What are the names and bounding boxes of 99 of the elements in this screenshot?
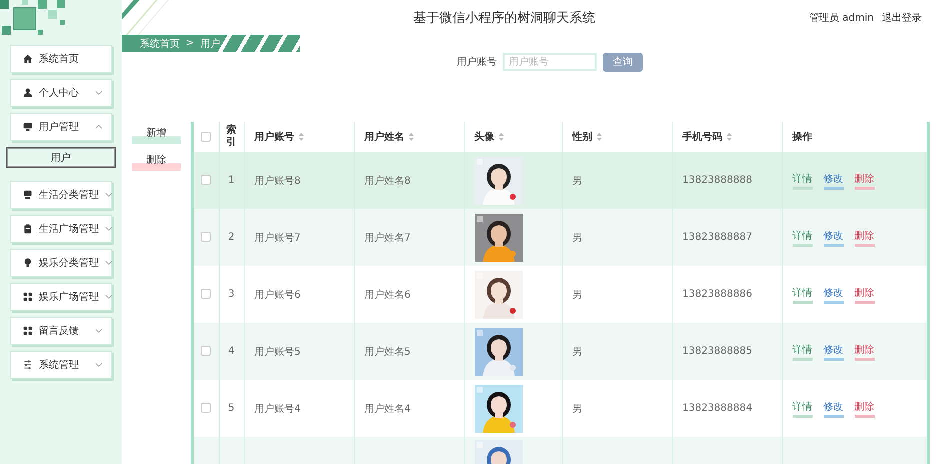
menu-item[interactable]: 系统管理 xyxy=(10,351,112,379)
logout-link[interactable]: 退出登录 xyxy=(882,10,922,24)
delete-link[interactable]: 删除 xyxy=(854,286,874,304)
sort-icon[interactable] xyxy=(298,133,304,141)
lightbulb-icon xyxy=(23,258,33,268)
column-header: 头像 xyxy=(474,130,494,144)
edit-link[interactable]: 修改 xyxy=(824,400,844,418)
column-header: 操作 xyxy=(792,132,812,143)
edit-link[interactable]: 修改 xyxy=(824,286,844,304)
menu-label: 用户管理 xyxy=(39,120,80,134)
table-cell: 用户姓名5 xyxy=(364,346,411,358)
table-cell: 男 xyxy=(572,232,582,244)
delete-link[interactable]: 删除 xyxy=(854,228,874,246)
menu-label: 生活广场管理 xyxy=(39,222,99,236)
menu-item[interactable]: 留言反馈 xyxy=(10,317,112,345)
table-cell: 用户账号6 xyxy=(254,290,301,300)
decoration-drawing xyxy=(0,0,66,36)
breadcrumb-separator: > xyxy=(186,38,194,49)
person-icon xyxy=(23,88,33,98)
table-cell: 13823888885 xyxy=(682,346,752,357)
edit-link[interactable]: 修改 xyxy=(824,342,844,360)
table-cell: 5 xyxy=(228,403,235,414)
table-cell: 男 xyxy=(572,290,582,300)
table-cell: 用户账号4 xyxy=(254,404,301,414)
detail-link[interactable]: 详情 xyxy=(792,342,812,360)
table-cell: 男 xyxy=(572,176,582,186)
delete-link[interactable]: 删除 xyxy=(854,342,874,360)
menu-item[interactable]: 生活广场管理 xyxy=(10,215,112,243)
menu-label: 留言反馈 xyxy=(39,324,80,338)
table-cell: 用户姓名7 xyxy=(364,232,411,244)
menu-item[interactable]: 生活分类管理 xyxy=(10,181,112,209)
menu-label: 个人中心 xyxy=(39,86,80,100)
table-cell: 男 xyxy=(572,346,582,358)
add-button[interactable]: 新增 xyxy=(132,126,181,144)
monitor-icon xyxy=(23,122,33,132)
checkbox[interactable] xyxy=(201,403,212,414)
detail-link[interactable]: 详情 xyxy=(792,172,812,190)
menu-item[interactable]: 娱乐广场管理 xyxy=(10,283,112,311)
column-header: 性别 xyxy=(572,130,592,144)
delete-link[interactable]: 删除 xyxy=(854,400,874,418)
menu-label: 娱乐分类管理 xyxy=(39,256,99,270)
table-cell: 用户姓名6 xyxy=(364,290,411,300)
edit-link[interactable]: 修改 xyxy=(824,228,844,246)
sort-icon[interactable] xyxy=(726,133,732,141)
search-label: 用户账号 xyxy=(457,56,497,69)
table-cell: 用户账号8 xyxy=(254,176,301,186)
column-header: 用户账号 xyxy=(254,130,294,144)
menu-item[interactable]: 用户管理 xyxy=(10,113,112,141)
table-cell: 男 xyxy=(572,404,582,414)
table-cell: 用户账号5 xyxy=(254,346,301,358)
checkbox[interactable] xyxy=(201,346,212,356)
stripes-drawing xyxy=(122,0,170,35)
home-icon xyxy=(23,54,33,64)
detail-link[interactable]: 详情 xyxy=(792,228,812,246)
table-cell: 4 xyxy=(228,346,235,357)
table-cell: 用户账号7 xyxy=(254,232,301,244)
checkbox[interactable] xyxy=(201,132,212,142)
menu-label: 系统管理 xyxy=(39,358,80,372)
sort-icon[interactable] xyxy=(498,133,504,141)
breadcrumb-link[interactable]: 系统首页 xyxy=(140,36,180,50)
delete-button[interactable]: 删除 xyxy=(132,153,181,171)
search-button[interactable]: 查询 xyxy=(603,52,643,72)
table-cell: 13823888886 xyxy=(682,289,752,300)
search-field[interactable]: 用户账号 xyxy=(503,53,597,71)
menu-item[interactable]: 系统首页 xyxy=(10,45,112,73)
column-header: 用户姓名 xyxy=(364,130,404,144)
submenu-item[interactable]: 用户 xyxy=(6,147,116,168)
table-cell: 13823888884 xyxy=(682,403,752,414)
menu-label: 系统首页 xyxy=(39,52,80,66)
breadcrumb-link[interactable]: 用户 xyxy=(200,36,220,50)
menu-label: 生活分类管理 xyxy=(39,188,99,202)
sort-icon[interactable] xyxy=(408,133,414,141)
sliders-icon xyxy=(23,360,33,370)
checkbox[interactable] xyxy=(201,232,212,242)
column-header: 索引 xyxy=(226,125,237,149)
checkbox[interactable] xyxy=(201,289,212,300)
table-cell: 3 xyxy=(228,289,235,300)
sort-icon[interactable] xyxy=(596,133,602,141)
table-cell: 2 xyxy=(228,232,235,243)
clipboard-icon xyxy=(23,224,33,234)
table-cell: 13823888888 xyxy=(682,175,752,186)
column-header: 手机号码 xyxy=(682,130,722,144)
window-title: 基于微信小程序的树洞聊天系统 xyxy=(412,10,597,26)
grid-icon xyxy=(23,292,33,302)
detail-link[interactable]: 详情 xyxy=(792,286,812,304)
checkbox[interactable] xyxy=(201,175,212,186)
table-cell: 用户姓名4 xyxy=(364,404,411,414)
table-cell: 1 xyxy=(228,175,235,186)
table-cell: 13823888887 xyxy=(682,232,752,243)
delete-link[interactable]: 删除 xyxy=(854,172,874,190)
menu-item[interactable]: 个人中心 xyxy=(10,79,112,107)
table-cell: 用户姓名8 xyxy=(364,176,411,186)
menu-label: 娱乐广场管理 xyxy=(39,290,99,304)
user-label: 管理员 admin xyxy=(809,12,874,24)
grid-icon xyxy=(23,326,33,336)
edit-link[interactable]: 修改 xyxy=(824,172,844,190)
monitor-icon xyxy=(23,190,33,200)
detail-link[interactable]: 详情 xyxy=(792,400,812,418)
menu-item[interactable]: 娱乐分类管理 xyxy=(10,249,112,277)
